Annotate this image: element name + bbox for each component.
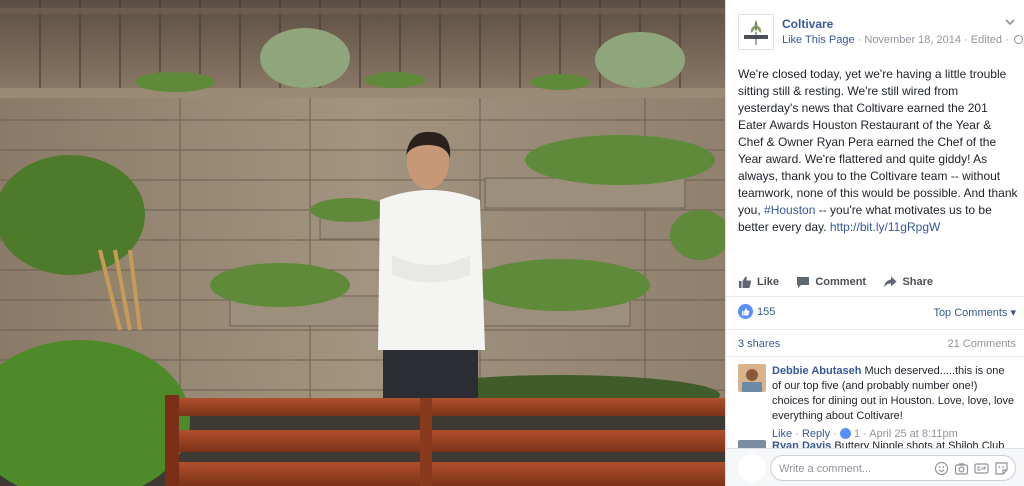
thumbs-up-icon: [739, 276, 752, 288]
post-date[interactable]: November 18, 2014: [864, 34, 961, 46]
comment-like-count[interactable]: 1: [854, 428, 860, 440]
comment-text: Buttery Nipple shots at Shiloh Club: [834, 440, 1005, 448]
avatar[interactable]: [738, 440, 766, 448]
page-avatar[interactable]: [738, 14, 774, 50]
comments-count[interactable]: 21 Comments: [948, 338, 1016, 350]
coltivare-logo-icon: [739, 15, 773, 49]
reactions-row: 155 Top Comments ▾: [738, 303, 1018, 323]
post-side-panel: Coltivare Like This Page · November 18, …: [725, 0, 1024, 486]
avatar: [738, 454, 766, 482]
like-reaction-icon[interactable]: [738, 304, 753, 319]
commenter-name[interactable]: Debbie Abutaseh: [772, 365, 861, 377]
page-name-link[interactable]: Coltivare: [782, 17, 833, 31]
top-comments-label: Top Comments: [933, 307, 1008, 319]
share-arrow-icon: [884, 276, 897, 288]
comment-item: Debbie Abutaseh Much deserved.....this i…: [738, 364, 1018, 440]
share-label: Share: [902, 276, 934, 288]
post-header: Coltivare Like This Page · November 18, …: [738, 12, 1023, 52]
like-page-link[interactable]: Like This Page: [782, 34, 855, 46]
comment-input-box[interactable]: [770, 455, 1016, 481]
commenter-name[interactable]: Ryan Davis: [772, 440, 831, 448]
composer-icons: [934, 461, 1009, 476]
shares-row: 3 shares 21 Comments: [738, 336, 1018, 352]
comment-body: Ryan Davis Buttery Nipple shots at Shilo…: [772, 440, 1016, 448]
like-button[interactable]: Like: [738, 270, 779, 294]
comment-like-link[interactable]: Like: [772, 428, 792, 440]
chevron-down-icon[interactable]: [1004, 16, 1016, 28]
post-photo[interactable]: [0, 0, 725, 486]
comment-body: Debbie Abutaseh Much deserved.....this i…: [772, 364, 1016, 442]
divider: [726, 296, 1024, 297]
like-reaction-icon: [839, 428, 851, 439]
comment-composer: [726, 448, 1024, 486]
gif-icon[interactable]: [974, 461, 989, 476]
comment-button[interactable]: Comment: [796, 270, 866, 294]
post-url-link[interactable]: http://bit.ly/11gRpgW: [830, 220, 941, 234]
divider: [726, 356, 1024, 357]
top-comments-dropdown[interactable]: Top Comments ▾: [933, 306, 1016, 319]
globe-icon: [1013, 35, 1023, 44]
shares-count[interactable]: 3 shares: [738, 338, 780, 350]
emoji-icon[interactable]: [934, 461, 949, 476]
camera-icon[interactable]: [954, 461, 969, 476]
comment-input[interactable]: [779, 461, 929, 476]
reaction-count[interactable]: 155: [757, 306, 775, 318]
chef-garden-photo: [0, 0, 725, 486]
post-actions: Like Comment Share: [726, 270, 1024, 294]
comment-item: Ryan Davis Buttery Nipple shots at Shilo…: [738, 440, 1018, 448]
post-text-part: We're closed today, yet we're having a l…: [738, 67, 1018, 217]
post-meta: Like This Page · November 18, 2014 · Edi…: [782, 34, 1023, 46]
speech-bubble-icon: [797, 277, 810, 288]
sticker-icon[interactable]: [994, 461, 1009, 476]
divider: [726, 329, 1024, 330]
comment-label: Comment: [815, 276, 867, 288]
edited-label[interactable]: Edited: [971, 34, 1002, 46]
share-button[interactable]: Share: [883, 270, 933, 294]
bench: [165, 395, 725, 486]
hashtag-link[interactable]: #Houston: [764, 203, 815, 217]
comment-reply-link[interactable]: Reply: [802, 428, 830, 440]
post-message: We're closed today, yet we're having a l…: [738, 66, 1018, 236]
like-label: Like: [757, 276, 780, 288]
comment-time[interactable]: April 25 at 8:11pm: [869, 428, 957, 440]
avatar[interactable]: [738, 364, 766, 392]
